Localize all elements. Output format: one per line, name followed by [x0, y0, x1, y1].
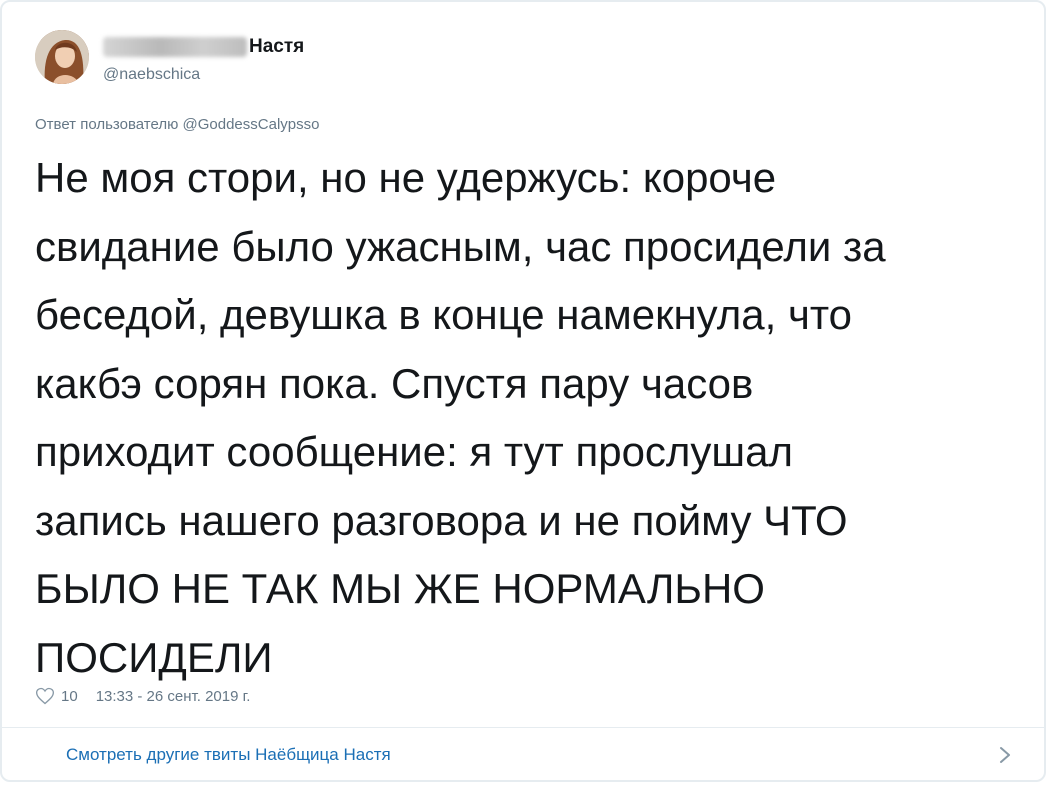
avatar-image: [35, 30, 89, 84]
chevron-right-icon: [1000, 747, 1010, 763]
more-tweets-link[interactable]: Смотреть другие твиты Наёбщица Настя: [2, 728, 1044, 782]
reply-prefix: Ответ пользователю: [35, 116, 179, 133]
heart-icon[interactable]: [35, 686, 55, 706]
user-handle[interactable]: @naebschica: [103, 66, 304, 84]
tweet-text: Не моя стори, но не удержусь: короче сви…: [35, 154, 886, 681]
avatar[interactable]: [35, 30, 89, 84]
more-tweets-label: Смотреть другие твиты Наёбщица Настя: [66, 745, 391, 764]
name-row[interactable]: Настя: [103, 34, 304, 60]
display-name[interactable]: Настя: [249, 36, 304, 58]
reply-mention[interactable]: @GoddessCalypsso: [183, 116, 320, 133]
reply-context: Ответ пользователю @GoddessCalypsso: [35, 116, 319, 133]
tweet-meta: 10 13:33 - 26 сент. 2019 г.: [35, 686, 250, 706]
tweet-timestamp[interactable]: 13:33 - 26 сент. 2019 г.: [96, 688, 251, 705]
tweet-card: Настя @naebschica Ответ пользователю @Go…: [0, 0, 1046, 782]
author-names: Настя @naebschica: [103, 34, 304, 84]
blurred-name: [103, 37, 247, 57]
like-count: 10: [61, 687, 78, 705]
